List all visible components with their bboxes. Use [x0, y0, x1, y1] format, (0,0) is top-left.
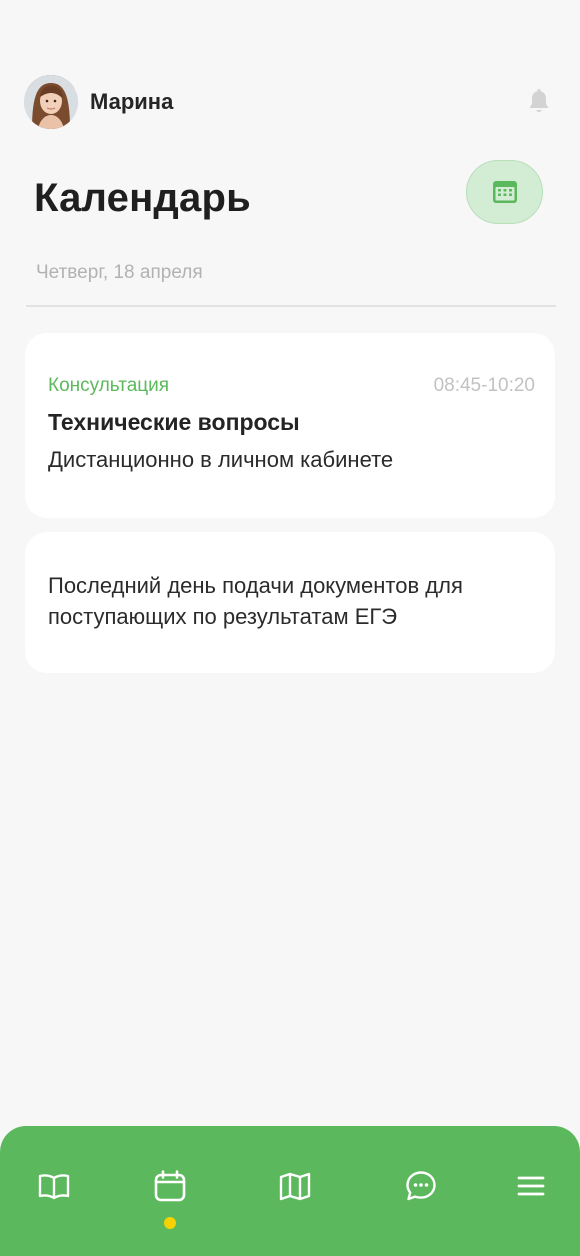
top-header: Марина — [24, 74, 556, 130]
book-icon — [38, 1174, 70, 1200]
selected-date: Четверг, 18 апреля — [36, 262, 203, 283]
event-title: Технические вопросы — [48, 409, 300, 435]
chat-icon — [406, 1171, 436, 1201]
event-location: Дистанционно в личном кабинете — [48, 447, 394, 472]
menu-icon — [517, 1176, 545, 1196]
bell-icon[interactable] — [524, 87, 554, 117]
active-tab-indicator — [164, 1217, 176, 1229]
page-title: Календарь — [34, 176, 251, 220]
calendar-view-button[interactable] — [466, 160, 543, 224]
map-icon — [279, 1172, 311, 1201]
tab-menu[interactable] — [511, 1166, 551, 1206]
calendar-grid-icon — [492, 181, 517, 203]
tab-library[interactable] — [34, 1166, 74, 1206]
tab-chat[interactable] — [401, 1166, 441, 1206]
divider — [26, 305, 556, 307]
event-card[interactable]: Консультация 08:45-10:20 Технические воп… — [25, 333, 555, 518]
event-category: Консультация — [48, 375, 170, 396]
event-description: Последний день подачи документов для пос… — [48, 573, 463, 629]
user-name: Марина — [90, 89, 174, 114]
event-card[interactable]: Последний день подачи документов для пос… — [25, 532, 555, 673]
avatar[interactable] — [24, 75, 78, 129]
bottom-tab-bar — [0, 1126, 580, 1256]
tab-calendar[interactable] — [150, 1166, 190, 1206]
event-time: 08:45-10:20 — [433, 375, 535, 396]
calendar-icon — [154, 1170, 186, 1202]
tab-map[interactable] — [275, 1166, 315, 1206]
